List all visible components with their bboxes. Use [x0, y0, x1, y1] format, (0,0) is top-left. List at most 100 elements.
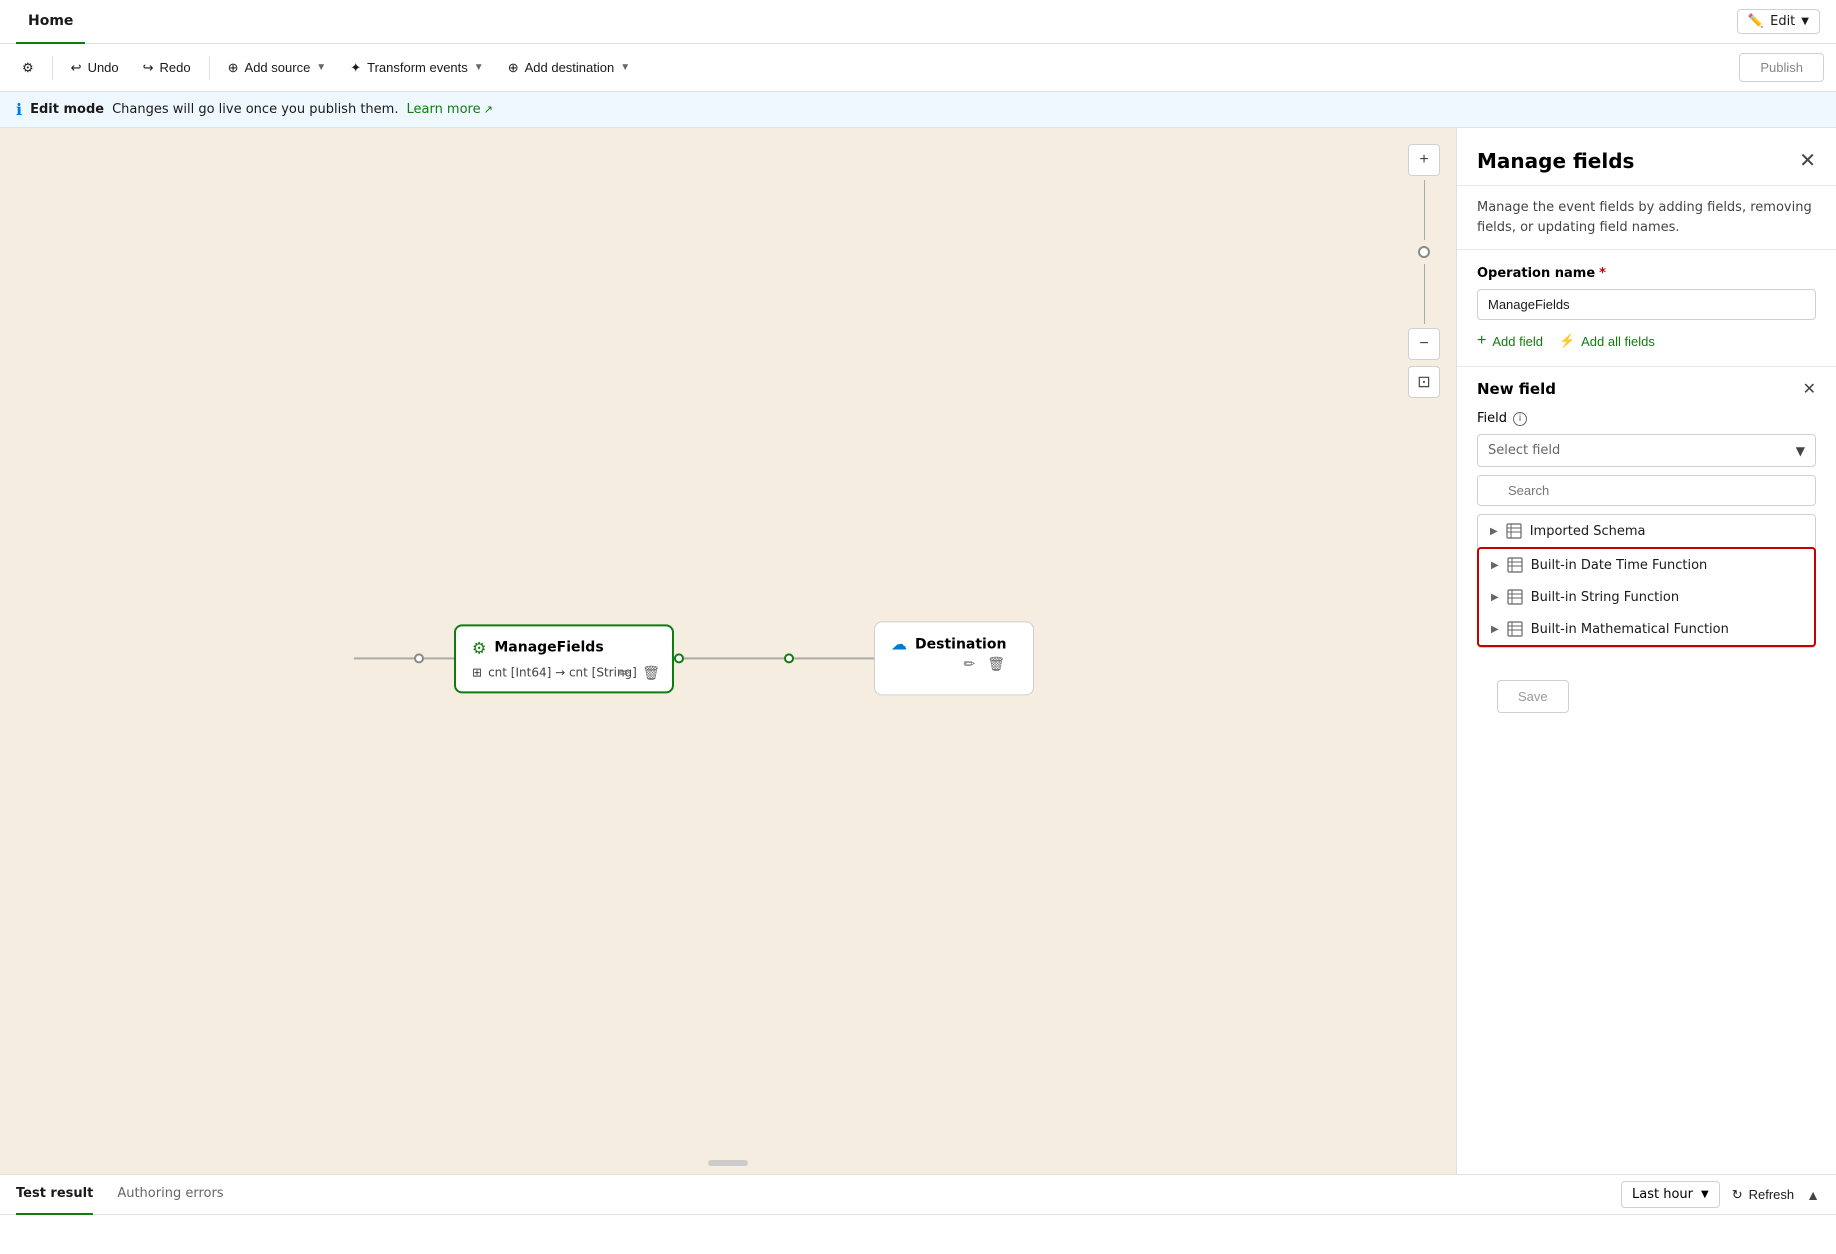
zoom-in-button[interactable]: + — [1408, 144, 1440, 176]
operation-name-input[interactable] — [1477, 289, 1816, 320]
lightning-icon: ⚡ — [1559, 333, 1575, 349]
main-area: + − ⊡ ⚙ ManageFields — [0, 128, 1836, 1174]
edit-label: Edit — [1770, 14, 1795, 29]
manage-fields-mapping: cnt [Int64] → cnt [String] — [488, 665, 637, 679]
authoring-errors-tab[interactable]: Authoring errors — [117, 1175, 223, 1215]
settings-button[interactable]: ⚙ — [12, 54, 44, 82]
highlighted-functions-group: ▶ Built-in Date Time Function — [1477, 547, 1816, 647]
manage-fields-actions: ✏ 🗑 — [616, 662, 662, 683]
canvas-controls: + − ⊡ — [1408, 144, 1440, 398]
new-field-close-button[interactable]: ✕ — [1803, 379, 1816, 399]
search-wrapper: 🔍 — [1477, 467, 1816, 514]
transform-chevron-icon: ▼ — [474, 62, 484, 73]
bottom-controls: Last hour ▼ ↻ Refresh ▲ — [1621, 1181, 1820, 1208]
select-field-dropdown[interactable]: Select field ▼ — [1477, 434, 1816, 467]
edit-chevron-icon: ▼ — [1801, 16, 1809, 27]
destination-node[interactable]: ☁ Destination ✏ 🗑 — [874, 621, 1034, 695]
test-result-tab[interactable]: Test result — [16, 1175, 93, 1215]
time-range-label: Last hour — [1632, 1187, 1693, 1202]
add-source-icon: ⊕ — [228, 60, 239, 76]
time-range-select[interactable]: Last hour ▼ — [1621, 1181, 1720, 1208]
undo-button[interactable]: ↩ Undo — [61, 54, 129, 82]
learn-more-link[interactable]: Learn more ↗ — [406, 102, 492, 117]
transform-events-button[interactable]: ✦ Transform events ▼ — [340, 54, 493, 82]
fit-view-button[interactable]: ⊡ — [1408, 366, 1440, 398]
scroll-indicator — [708, 1160, 748, 1166]
dropdown-item-string[interactable]: ▶ Built-in String Function — [1479, 581, 1814, 613]
manage-fields-delete-button[interactable]: 🗑 — [640, 662, 662, 683]
destination-delete-button[interactable]: 🗑 — [985, 653, 1007, 674]
toolbar-divider-2 — [209, 56, 210, 80]
destination-title-row: ☁ Destination — [891, 634, 1017, 653]
line-segment-2 — [424, 657, 454, 659]
refresh-button[interactable]: ↻ Refresh — [1732, 1187, 1794, 1203]
operation-name-section: Operation name * + Add field ⚡ Add all f… — [1457, 250, 1836, 366]
test-result-label: Test result — [16, 1186, 93, 1201]
learn-more-label: Learn more — [406, 102, 480, 117]
home-tab[interactable]: Home — [16, 0, 85, 44]
plus-icon: + — [1477, 332, 1486, 350]
string-label: Built-in String Function — [1531, 590, 1679, 605]
pre-dest-line — [794, 657, 874, 659]
panel-title: Manage fields — [1477, 149, 1634, 173]
new-field-section: New field ✕ Field i Select field ▼ 🔍 ▶ — [1457, 366, 1836, 741]
manage-fields-title-row: ⚙ ManageFields — [472, 638, 656, 657]
add-source-button[interactable]: ⊕ Add source ▼ — [218, 54, 337, 82]
redo-label: Redo — [160, 60, 191, 75]
redo-button[interactable]: ↪ Redo — [133, 54, 201, 82]
destination-actions: ✏ 🗑 — [881, 653, 1007, 674]
undo-label: Undo — [88, 60, 119, 75]
datetime-expand-icon: ▶ — [1491, 560, 1499, 571]
save-section: Save — [1477, 648, 1816, 729]
collapse-button[interactable]: ▲ — [1806, 1187, 1820, 1203]
add-field-button[interactable]: + Add field — [1477, 332, 1543, 350]
field-search-input[interactable] — [1477, 475, 1816, 506]
manage-fields-icon: ⚙ — [472, 638, 486, 657]
string-expand-icon: ▶ — [1491, 592, 1499, 603]
panel-close-button[interactable]: ✕ — [1799, 148, 1816, 173]
toolbar-divider-1 — [52, 56, 53, 80]
add-destination-label: Add destination — [525, 60, 615, 75]
save-label: Save — [1518, 689, 1548, 704]
add-all-fields-button[interactable]: ⚡ Add all fields — [1559, 333, 1655, 349]
flow-diagram: ⚙ ManageFields ⊞ cnt [Int64] → cnt [Stri… — [354, 621, 1034, 695]
manage-fields-title: ManageFields — [494, 639, 603, 655]
add-source-label: Add source — [245, 60, 311, 75]
destination-edit-button[interactable]: ✏ — [961, 653, 977, 674]
edit-mode-label: Edit mode — [30, 102, 104, 117]
select-field-placeholder: Select field — [1488, 443, 1560, 458]
publish-button[interactable]: Publish — [1739, 53, 1824, 82]
top-bar: Home ✏️ Edit ▼ — [0, 0, 1836, 44]
datetime-label: Built-in Date Time Function — [1531, 558, 1708, 573]
refresh-icon: ↻ — [1732, 1187, 1743, 1203]
save-button[interactable]: Save — [1497, 680, 1569, 713]
transform-icon: ✦ — [350, 60, 361, 76]
manage-fields-panel: Manage fields ✕ Manage the event fields … — [1456, 128, 1836, 1174]
manage-fields-edit-button[interactable]: ✏ — [616, 662, 632, 683]
canvas[interactable]: + − ⊡ ⚙ ManageFields — [0, 128, 1456, 1174]
edit-button[interactable]: ✏️ Edit ▼ — [1737, 9, 1820, 34]
field-info-icon: i — [1513, 412, 1527, 426]
new-field-header: New field ✕ — [1477, 379, 1816, 399]
math-expand-icon: ▶ — [1491, 624, 1499, 635]
dropdown-item-mathematical[interactable]: ▶ Built-in Mathematical Function — [1479, 613, 1814, 645]
destination-icon: ☁ — [891, 634, 907, 653]
bottom-panel: Test result Authoring errors Last hour ▼… — [0, 1174, 1836, 1254]
home-tab-label: Home — [28, 13, 73, 29]
add-destination-button[interactable]: ⊕ Add destination ▼ — [498, 54, 640, 82]
dropdown-item-imported-schema[interactable]: ▶ Imported Schema — [1478, 515, 1815, 547]
mapping-icon: ⊞ — [472, 665, 482, 679]
external-link-icon: ↗ — [484, 103, 493, 116]
manage-fields-node[interactable]: ⚙ ManageFields ⊞ cnt [Int64] → cnt [Stri… — [454, 624, 674, 693]
middle-line — [684, 657, 784, 659]
refresh-label: Refresh — [1749, 1187, 1795, 1202]
expand-arrow-icon: ▶ — [1490, 526, 1498, 537]
chevron-up-icon: ▲ — [1806, 1187, 1820, 1203]
zoom-out-button[interactable]: − — [1408, 328, 1440, 360]
destination-title: Destination — [915, 636, 1006, 652]
zoom-out-icon: − — [1419, 335, 1428, 353]
dropdown-item-datetime[interactable]: ▶ Built-in Date Time Function — [1479, 549, 1814, 581]
field-label-row: Field i — [1477, 411, 1816, 426]
node-out-dot — [674, 653, 684, 663]
incoming-line — [354, 653, 454, 663]
